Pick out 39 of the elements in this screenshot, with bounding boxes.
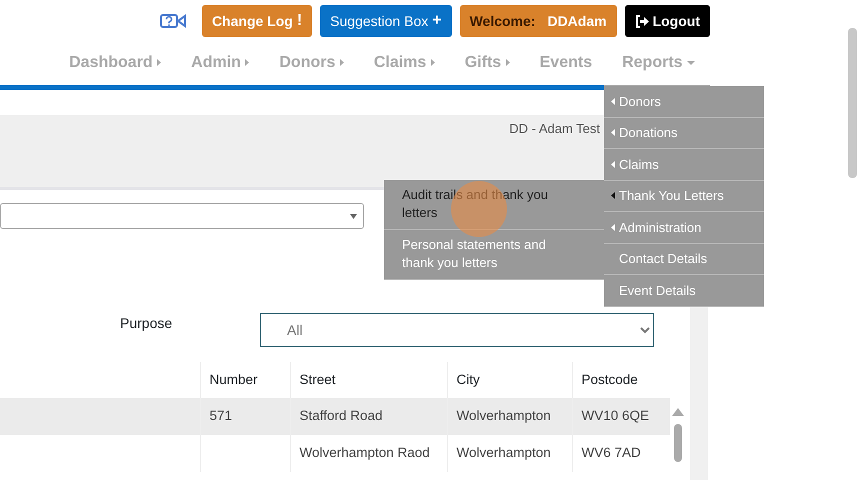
welcome-button[interactable]: Welcome: DDAdam xyxy=(460,5,617,37)
organisation-name: DD - Adam Test xyxy=(509,121,600,136)
table-cell: Wolverhampton xyxy=(447,398,572,435)
caret-icon xyxy=(340,59,344,66)
purpose-label: Purpose xyxy=(120,314,172,330)
nav-link[interactable]: Donors xyxy=(264,51,359,75)
nav-link[interactable]: Dashboard xyxy=(54,51,176,75)
menu-item[interactable]: Donations xyxy=(604,118,764,149)
table-cell: WV6 7AD xyxy=(572,435,670,472)
table-cell: Stafford Road xyxy=(290,398,447,435)
video-help-icon[interactable] xyxy=(160,13,186,29)
logout-icon xyxy=(634,14,649,28)
table-cell: WV10 6QE xyxy=(572,398,670,435)
page-scrollbar[interactable] xyxy=(848,28,857,178)
caret-icon xyxy=(245,59,250,66)
caret-icon xyxy=(687,60,695,65)
suggestion-box-button[interactable]: Suggestion Box + xyxy=(320,5,452,37)
change-log-button[interactable]: Change Log ! xyxy=(202,5,312,37)
table-cell: Wolverhampton Raod xyxy=(290,435,447,472)
table-cell: Wolverhampton xyxy=(447,435,572,472)
caret-icon xyxy=(157,59,162,66)
scrollbar-thumb[interactable] xyxy=(674,424,682,462)
nav-link[interactable]: Claims xyxy=(358,51,450,75)
caret-icon xyxy=(430,59,435,66)
menu-item[interactable]: Event Details xyxy=(604,275,764,306)
caret-icon xyxy=(350,214,357,218)
logout-button[interactable]: Logout xyxy=(624,5,710,37)
caret-icon xyxy=(506,59,510,66)
submenu-item[interactable]: Personal statements and thank you letters xyxy=(384,230,604,280)
nav-link[interactable]: Admin xyxy=(176,51,264,75)
nav-link[interactable]: Events xyxy=(524,51,608,75)
menu-item[interactable]: Donors xyxy=(604,86,764,118)
scroll-up-icon[interactable] xyxy=(672,408,684,416)
select-field[interactable] xyxy=(0,203,364,229)
purpose-select[interactable]: All xyxy=(260,313,654,347)
menu-item[interactable]: Claims xyxy=(604,149,764,180)
table-cell: 571 xyxy=(200,398,290,435)
nav-link[interactable]: Reports xyxy=(607,51,710,75)
nav-link[interactable]: Gifts xyxy=(450,51,525,75)
